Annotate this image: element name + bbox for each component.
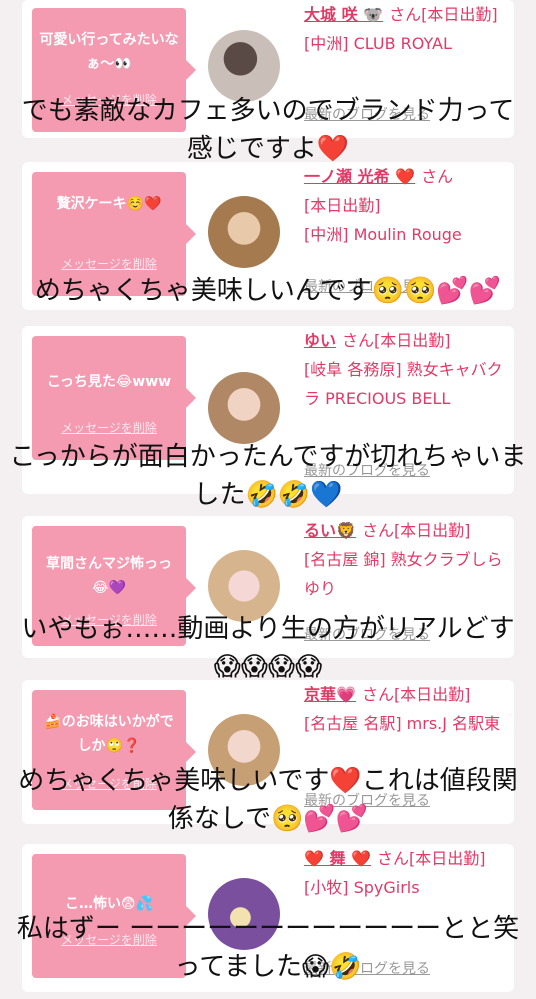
shop-name: [名古屋 錦] 熟女クラブしらゆり	[304, 550, 503, 598]
cast-info: 京華💗 さん[本日出勤] [名古屋 名駅] mrs.J 名駅東	[304, 680, 510, 738]
cast-name-link[interactable]: 大城 咲 🐨	[304, 5, 383, 24]
shop-name: [中洲] Moulin Rouge	[304, 225, 462, 244]
cast-info: ゆい さん[本日出勤] [岐阜 各務原] 熟女キャバクラ PRECIOUS BEL…	[304, 326, 510, 413]
cast-status: さん[本日出勤]	[361, 521, 471, 540]
avatar[interactable]	[208, 372, 280, 444]
cast-name-link[interactable]: 京華💗	[304, 685, 356, 704]
cast-name-link[interactable]: ❤️ 舞 ❤️	[304, 849, 371, 868]
delete-message-link[interactable]: メッセージを削除	[32, 419, 186, 436]
cast-status: さん[本日出勤]	[361, 685, 471, 704]
cast-name-link[interactable]: るい🦁	[304, 521, 356, 540]
shop-name: [名古屋 名駅] mrs.J 名駅東	[304, 714, 501, 733]
caption-overlay: こっからが面白かったんですが切れちゃいました🤣🤣💙	[9, 442, 527, 510]
caption-overlay: めちゃくちゃ美味しいんです🥺🥺💕💕	[34, 276, 502, 306]
message-text: 贅沢ケーキ☺️❤️	[56, 196, 162, 212]
cast-info: るい🦁 さん[本日出勤] [名古屋 錦] 熟女クラブしらゆり	[304, 516, 510, 603]
shop-name: [小牧] SpyGirls	[304, 878, 420, 897]
cast-name-link[interactable]: 一ノ瀬 光希 ❤️	[304, 167, 415, 186]
cast-status: さん[本日出勤]	[377, 849, 486, 868]
delete-message-link[interactable]: メッセージを削除	[32, 255, 186, 272]
caption-overlay: でも素敵なカフェ多いのでブランド力って感じですよ❤️	[21, 96, 515, 164]
shop-name: [中洲] CLUB ROYAL	[304, 34, 452, 53]
cast-status: [本日出勤]	[304, 196, 381, 215]
shop-name: [岐阜 各務原] 熟女キャバクラ PRECIOUS BELL	[304, 360, 503, 408]
caption-overlay: 私はずー ーーーーーーーーーーーーとと笑ってました😱🤣	[16, 914, 520, 982]
message-text: 🍰のお味はいかがでしか🙄❓	[44, 714, 174, 754]
cast-status: さん[本日出勤]	[342, 331, 451, 350]
avatar[interactable]	[208, 196, 280, 268]
message-text: 可愛い行ってみたいなぁ〜👀	[39, 32, 179, 72]
caption-overlay: めちゃくちゃ美味しいです❤️これは値段関係なしで🥺💕💕	[18, 766, 518, 834]
cast-status: さん[本日出勤]	[389, 5, 498, 24]
cast-info: ❤️ 舞 ❤️ さん[本日出勤] [小牧] SpyGirls	[304, 844, 510, 902]
caption-overlay: いやもぉ……動画より生の方がリアルどす😱😱😱😱	[21, 614, 515, 682]
message-text: 草間さんマジ怖っっ😂💜	[46, 556, 172, 596]
message-text: こっち見た😂www	[46, 374, 172, 390]
cast-info: 一ノ瀬 光希 ❤️ さん [本日出勤] [中洲] Moulin Rouge	[304, 162, 510, 249]
cast-name-link[interactable]: ゆい	[304, 331, 336, 350]
cast-suffix: さん	[421, 167, 454, 186]
cast-info: 大城 咲 🐨 さん[本日出勤] [中洲] CLUB ROYAL	[304, 0, 510, 58]
